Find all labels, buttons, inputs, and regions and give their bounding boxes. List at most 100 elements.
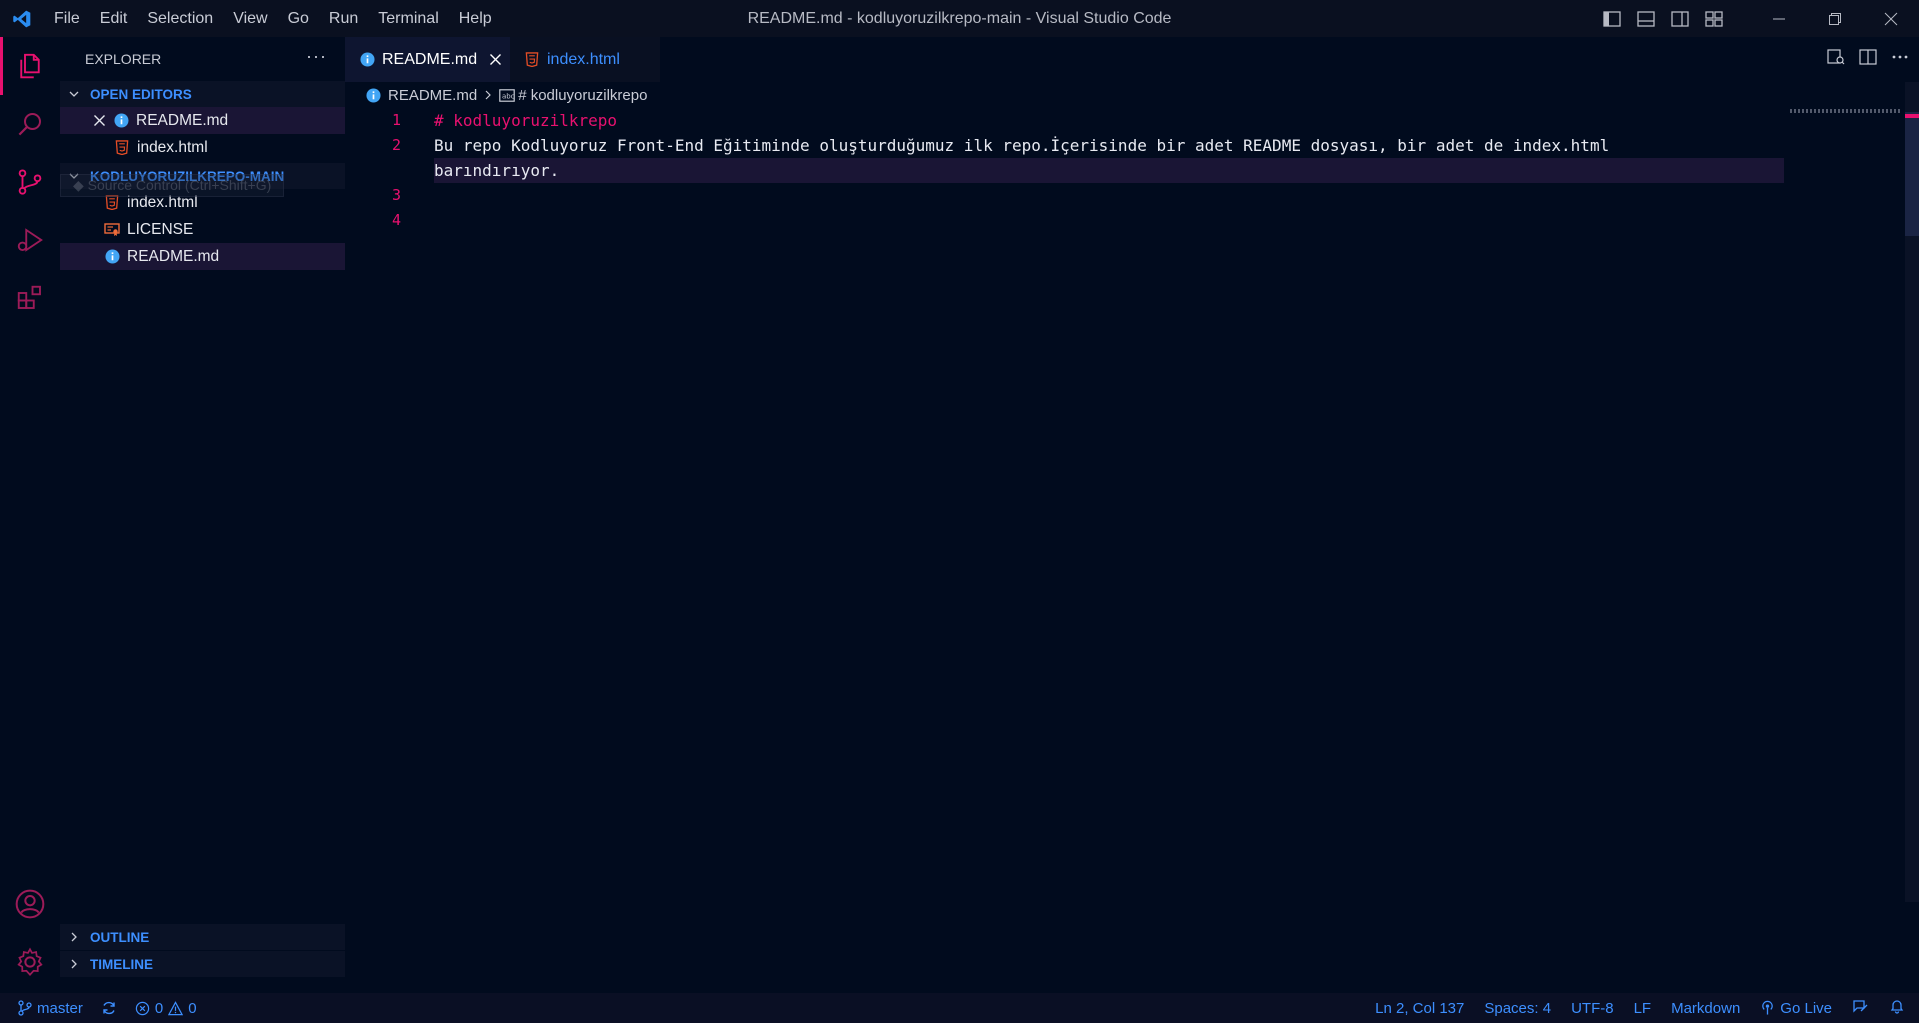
customize-layout-icon[interactable] (1697, 0, 1731, 37)
explorer-sidebar: EXPLORER ··· OPEN EDITORS README.md inde… (60, 37, 345, 1007)
broadcast-icon (1762, 1000, 1774, 1015)
menu-run[interactable]: Run (319, 0, 368, 37)
timeline-header[interactable]: TIMELINE (60, 951, 345, 977)
timeline-label: TIMELINE (90, 956, 153, 972)
source-control-activity[interactable] (0, 153, 60, 211)
close-window-icon[interactable] (1863, 0, 1919, 37)
title-bar: File Edit Selection View Go Run Terminal… (0, 0, 1919, 37)
line-number: 4 (391, 211, 401, 229)
open-preview-icon[interactable] (1827, 48, 1845, 71)
extensions-activity[interactable] (0, 269, 60, 327)
search-activity[interactable] (0, 95, 60, 153)
scrollbar[interactable] (1905, 82, 1919, 902)
chevron-right-icon (66, 929, 82, 945)
open-editor-index-html[interactable]: index.html (60, 134, 345, 161)
close-icon[interactable] (90, 112, 108, 130)
feedback-icon[interactable] (1852, 998, 1869, 1018)
minimize-icon[interactable] (1751, 0, 1807, 37)
active-indicator (0, 37, 3, 95)
end-of-line[interactable]: LF (1634, 1000, 1652, 1017)
outline-label: OUTLINE (90, 929, 150, 945)
file-license[interactable]: LICENSE (60, 216, 345, 243)
menu-selection[interactable]: Selection (137, 0, 223, 37)
sync-button[interactable] (101, 1000, 117, 1016)
code-text: barındırıyor. (434, 161, 560, 180)
go-live-button[interactable]: Go Live (1760, 1000, 1832, 1017)
tab-label: README.md (382, 50, 478, 68)
manage-activity[interactable] (0, 933, 60, 991)
menu-terminal[interactable]: Terminal (368, 0, 448, 37)
code-editor[interactable]: 1 # kodluyoruzilkrepo 2 Bu repo Kodluyor… (345, 108, 1905, 1008)
breadcrumb: README.md abc # kodluyoruzilkrepo (365, 84, 647, 106)
info-file-icon (365, 87, 381, 103)
outline-header[interactable]: OUTLINE (60, 924, 345, 950)
notifications-bell-icon[interactable] (1889, 998, 1905, 1018)
open-editors-header[interactable]: OPEN EDITORS (60, 81, 345, 107)
menu-edit[interactable]: Edit (90, 0, 138, 37)
info-file-icon (359, 52, 375, 68)
explorer-activity[interactable] (0, 37, 60, 95)
run-debug-icon (17, 228, 43, 252)
open-editor-label: index.html (137, 138, 208, 156)
open-editor-readme[interactable]: README.md (60, 107, 345, 134)
file-label: LICENSE (127, 220, 194, 238)
editor-line-wrapped: barındırıyor. (345, 158, 1905, 183)
more-actions-icon[interactable] (1891, 48, 1909, 71)
line-number: 3 (391, 186, 401, 204)
html-file-icon (114, 140, 130, 156)
gear-icon (17, 947, 43, 976)
menu-bar: File Edit Selection View Go Run Terminal… (44, 0, 502, 37)
line-number: 1 (391, 111, 401, 129)
source-control-tooltip: ◆ Source Control (Ctrl+Shift+G) (60, 174, 285, 197)
extensions-icon (17, 285, 41, 309)
vscode-logo-icon (0, 0, 44, 37)
scrollbar-thumb[interactable] (1905, 112, 1919, 236)
toggle-panel-icon[interactable] (1629, 0, 1663, 37)
close-tab-icon[interactable] (487, 52, 503, 68)
menu-file[interactable]: File (44, 0, 90, 37)
cursor-position[interactable]: Ln 2, Col 137 (1375, 1000, 1464, 1017)
split-editor-icon[interactable] (1859, 48, 1877, 71)
menu-go[interactable]: Go (278, 0, 319, 37)
run-debug-activity[interactable] (0, 211, 60, 269)
svg-text:abc: abc (502, 92, 515, 100)
accounts-activity[interactable] (0, 875, 60, 933)
encoding[interactable]: UTF-8 (1571, 1000, 1614, 1017)
toggle-secondary-sidebar-icon[interactable] (1663, 0, 1697, 37)
open-editor-label: README.md (136, 111, 229, 129)
warning-icon (168, 1000, 184, 1015)
files-icon (20, 53, 40, 79)
more-actions-icon[interactable]: ··· (306, 46, 327, 67)
warning-count: 0 (188, 999, 197, 1017)
sync-icon (103, 1001, 115, 1015)
tooltip-text: Source Control (Ctrl+Shift+G) (87, 177, 272, 193)
minimap-preview[interactable] (1790, 109, 1900, 113)
indentation[interactable]: Spaces: 4 (1484, 1000, 1551, 1017)
search-icon (18, 113, 41, 136)
editor-line: 4 (345, 208, 1905, 233)
toggle-primary-sidebar-icon[interactable] (1595, 0, 1629, 37)
explorer-title: EXPLORER (85, 51, 162, 67)
source-control-icon (18, 169, 42, 195)
activity-bar (0, 37, 60, 1007)
git-branch-icon (18, 1000, 32, 1016)
file-readme[interactable]: README.md (60, 243, 345, 270)
menu-view[interactable]: View (223, 0, 277, 37)
html-file-icon (524, 52, 540, 68)
branch-indicator[interactable]: master (18, 1000, 83, 1017)
breadcrumb-symbol[interactable]: # kodluyoruzilkrepo (518, 87, 647, 104)
editor-line: 3 (345, 183, 1905, 208)
breadcrumb-file[interactable]: README.md (388, 87, 477, 104)
tab-index-html[interactable]: index.html (510, 37, 660, 82)
file-label: README.md (127, 247, 220, 265)
info-file-icon (113, 113, 129, 129)
string-symbol-icon: abc (499, 87, 515, 103)
menu-help[interactable]: Help (449, 0, 502, 37)
problems-indicator[interactable]: 0 0 (135, 1000, 197, 1017)
tab-readme[interactable]: README.md (345, 37, 510, 82)
info-file-icon (104, 249, 120, 265)
editor-tab-bar: README.md index.html (345, 37, 1919, 82)
language-mode[interactable]: Markdown (1671, 1000, 1740, 1017)
restore-icon[interactable] (1807, 0, 1863, 37)
chevron-down-icon (66, 86, 82, 102)
